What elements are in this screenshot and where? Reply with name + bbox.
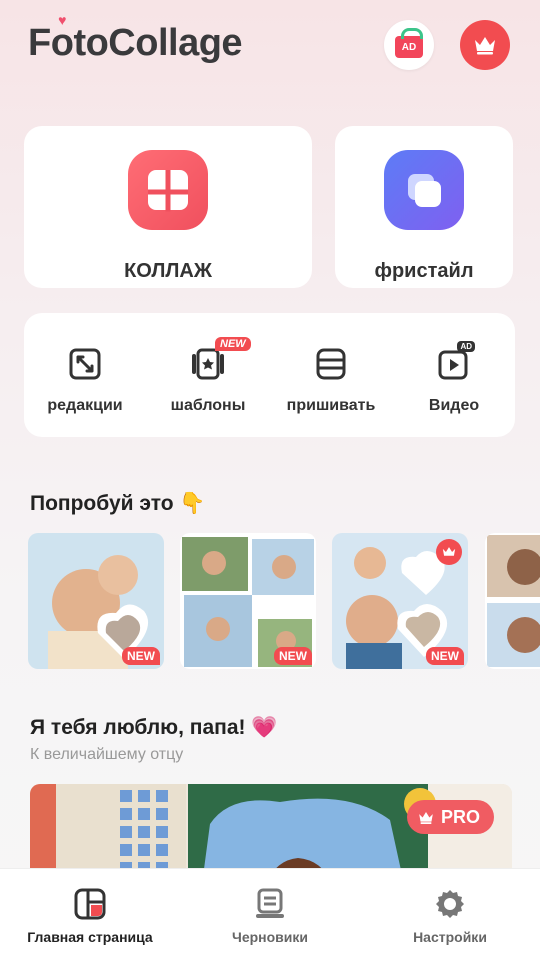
- template-thumb-1[interactable]: NEW: [28, 533, 164, 669]
- tool-templates-label: шаблоны: [170, 397, 246, 414]
- tool-stitch-label: пришивать: [286, 397, 376, 414]
- nav-settings-label: Настройки: [413, 929, 487, 945]
- premium-crown-button[interactable]: [460, 20, 510, 70]
- edit-crop-icon: [68, 347, 102, 381]
- heart-icon: ♥: [58, 12, 66, 28]
- pro-badge: PRO: [406, 800, 494, 834]
- father-section-subtitle: К величайшему отцу: [30, 746, 184, 763]
- ad-gift-button[interactable]: AD: [384, 20, 434, 70]
- tool-video[interactable]: AD Видео: [393, 313, 515, 437]
- freestyle-card[interactable]: фристайл: [335, 126, 513, 288]
- father-section-title: Я тебя люблю, папа! 💗: [30, 716, 278, 739]
- stitch-icon: [314, 347, 348, 381]
- tool-video-label: Видео: [428, 397, 480, 414]
- crown-icon: [419, 811, 433, 824]
- templates-new-badge: NEW: [215, 337, 251, 351]
- tool-edit[interactable]: редакции: [24, 313, 146, 437]
- drafts-icon: [253, 887, 287, 921]
- app-logo: F ♥ o toCollage: [28, 12, 243, 65]
- freestyle-layers-icon: [384, 150, 464, 230]
- tool-stitch[interactable]: пришивать: [270, 313, 392, 437]
- home-collage-icon: [73, 887, 107, 921]
- template-thumb-2[interactable]: NEW: [180, 533, 316, 669]
- new-badge: NEW: [274, 647, 312, 665]
- logo-o-with-heart: ♥ o: [50, 12, 74, 64]
- freestyle-label: фристайл: [374, 260, 474, 282]
- tool-templates[interactable]: NEW шаблоны: [147, 313, 269, 437]
- tools-panel: редакции NEW шаблоны пришивать AD Видео: [24, 313, 515, 437]
- new-badge: NEW: [122, 647, 160, 665]
- collage-label: КОЛЛАЖ: [124, 260, 212, 282]
- logo-text-f: F: [28, 22, 51, 64]
- crown-icon: [442, 547, 456, 556]
- premium-crown-badge: [436, 539, 462, 565]
- try-section-title: Попробуй это 👇: [30, 492, 206, 515]
- video-ad-badge: AD: [457, 341, 475, 352]
- tool-edit-label: редакции: [47, 397, 123, 414]
- new-badge: NEW: [426, 647, 464, 665]
- template-thumb-4[interactable]: [485, 533, 540, 669]
- nav-home[interactable]: Главная страница: [0, 869, 180, 960]
- nav-drafts-label: Черновики: [231, 929, 308, 945]
- collage-card[interactable]: КОЛЛАЖ: [24, 126, 312, 288]
- gear-icon: [433, 887, 467, 921]
- logo-text-rest: toCollage: [73, 22, 243, 64]
- gift-ad-icon: AD: [395, 28, 423, 58]
- crown-icon: [475, 37, 495, 55]
- video-icon: AD: [437, 341, 475, 381]
- bottom-navigation: Главная страница Черновики Настройки: [0, 868, 540, 960]
- nav-home-label: Главная страница: [27, 929, 153, 945]
- template-thumb-3[interactable]: NEW: [332, 533, 468, 669]
- nav-drafts[interactable]: Черновики: [180, 869, 360, 960]
- nav-settings[interactable]: Настройки: [360, 869, 540, 960]
- templates-icon: NEW: [191, 337, 251, 381]
- template-photo-4: [485, 533, 540, 669]
- collage-grid-icon: [128, 150, 208, 230]
